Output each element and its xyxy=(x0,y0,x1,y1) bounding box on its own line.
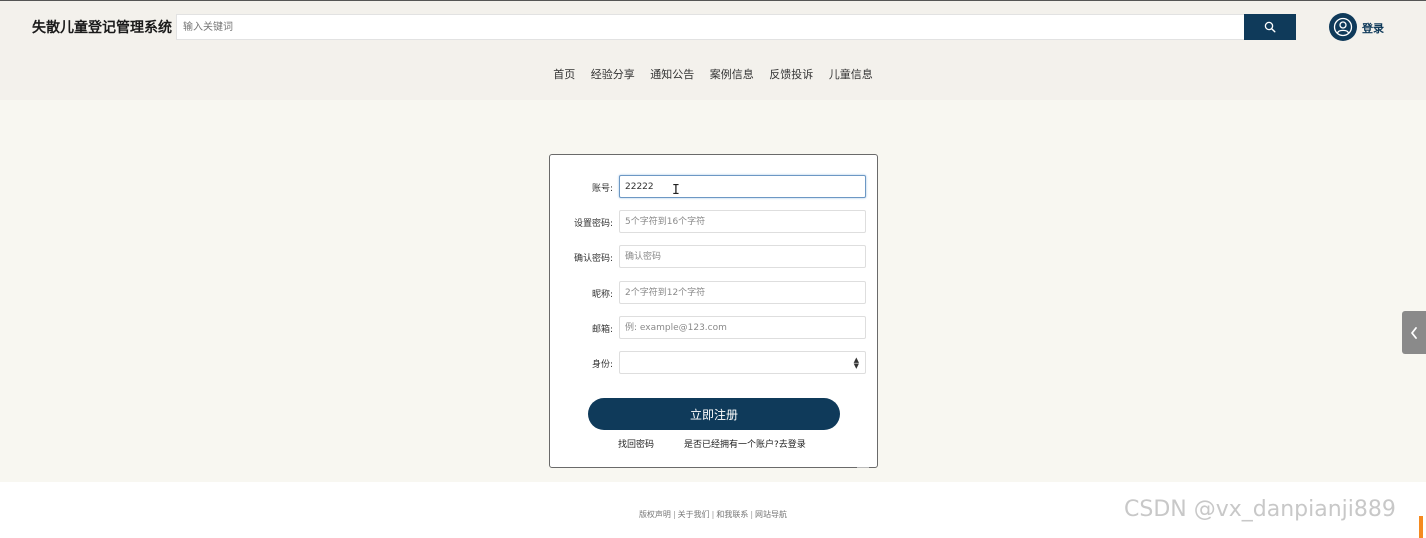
footer-separator: | xyxy=(750,510,754,519)
confirm-password-label: 确认密码: xyxy=(573,254,613,264)
nav-item-experience[interactable]: 经验分享 xyxy=(591,68,635,81)
password-input[interactable] xyxy=(619,210,866,233)
email-input[interactable] xyxy=(619,316,866,339)
account-label: 账号: xyxy=(591,184,613,194)
role-select[interactable]: ▲ ▼ xyxy=(619,351,866,374)
confirm-password-input[interactable] xyxy=(619,245,866,268)
field-row-password: 设置密码: xyxy=(550,210,879,234)
register-button[interactable]: 立即注册 xyxy=(588,398,840,430)
field-row-account: 账号: I xyxy=(550,175,879,199)
watermark: CSDN @vx_danpianji889 xyxy=(1124,497,1396,522)
role-label: 身份: xyxy=(591,360,613,370)
account-input[interactable] xyxy=(619,175,866,198)
header: 失散儿童登记管理系统 登录 首页 经验分享 通知公告 案例信息 反馈投诉 儿童信… xyxy=(0,1,1426,100)
forgot-password-link[interactable]: 找回密码 xyxy=(618,437,654,450)
main-nav: 首页 经验分享 通知公告 案例信息 反馈投诉 儿童信息 xyxy=(0,66,1426,82)
login-link[interactable]: 登录 xyxy=(1362,20,1384,36)
field-row-confirm-password: 确认密码: xyxy=(550,245,879,269)
nav-item-feedback[interactable]: 反馈投诉 xyxy=(769,68,813,81)
nav-item-home[interactable]: 首页 xyxy=(553,68,575,81)
chevron-left-icon xyxy=(1411,326,1417,339)
footer-link-about[interactable]: 关于我们 xyxy=(678,510,710,519)
footer-separator: | xyxy=(711,510,715,519)
main-content: 账号: I 设置密码: 确认密码: 昵称: 邮箱: 身份: ▲▼ 立即注册 xyxy=(0,100,1426,482)
footer-link-sitemap[interactable]: 网站导航 xyxy=(755,510,787,519)
site-title: 失散儿童登记管理系统 xyxy=(32,20,172,36)
footer-separator: | xyxy=(672,510,676,519)
nav-item-children[interactable]: 儿童信息 xyxy=(829,68,873,81)
watermark-bar xyxy=(1419,516,1423,538)
text-cursor-icon: I xyxy=(672,183,680,198)
side-panel-toggle[interactable] xyxy=(1402,311,1426,354)
user-avatar[interactable] xyxy=(1329,13,1357,41)
user-icon xyxy=(1333,17,1353,37)
nickname-input[interactable] xyxy=(619,281,866,304)
select-arrows-icon: ▲ ▼ xyxy=(853,356,859,370)
go-login-link[interactable]: 是否已经拥有一个账户?去登录 xyxy=(684,437,806,450)
nickname-label: 昵称: xyxy=(591,290,613,300)
footer-link-copyright[interactable]: 版权声明 xyxy=(639,510,671,519)
footer-link-contact[interactable]: 和我联系 xyxy=(716,510,748,519)
search-icon xyxy=(1264,21,1276,33)
field-row-email: 邮箱: xyxy=(550,316,879,340)
email-label: 邮箱: xyxy=(591,325,613,335)
card-bottom-mark xyxy=(857,467,869,468)
nav-item-cases[interactable]: 案例信息 xyxy=(710,68,754,81)
register-form: 账号: I 设置密码: 确认密码: 昵称: 邮箱: 身份: ▲▼ 立即注册 xyxy=(549,154,878,468)
search-input[interactable] xyxy=(176,14,1245,40)
password-label: 设置密码: xyxy=(573,219,613,229)
nav-item-notices[interactable]: 通知公告 xyxy=(650,68,694,81)
field-row-role: 身份: ▲ ▼ xyxy=(550,351,879,375)
field-row-nickname: 昵称: xyxy=(550,281,879,305)
search-button[interactable] xyxy=(1244,14,1296,40)
